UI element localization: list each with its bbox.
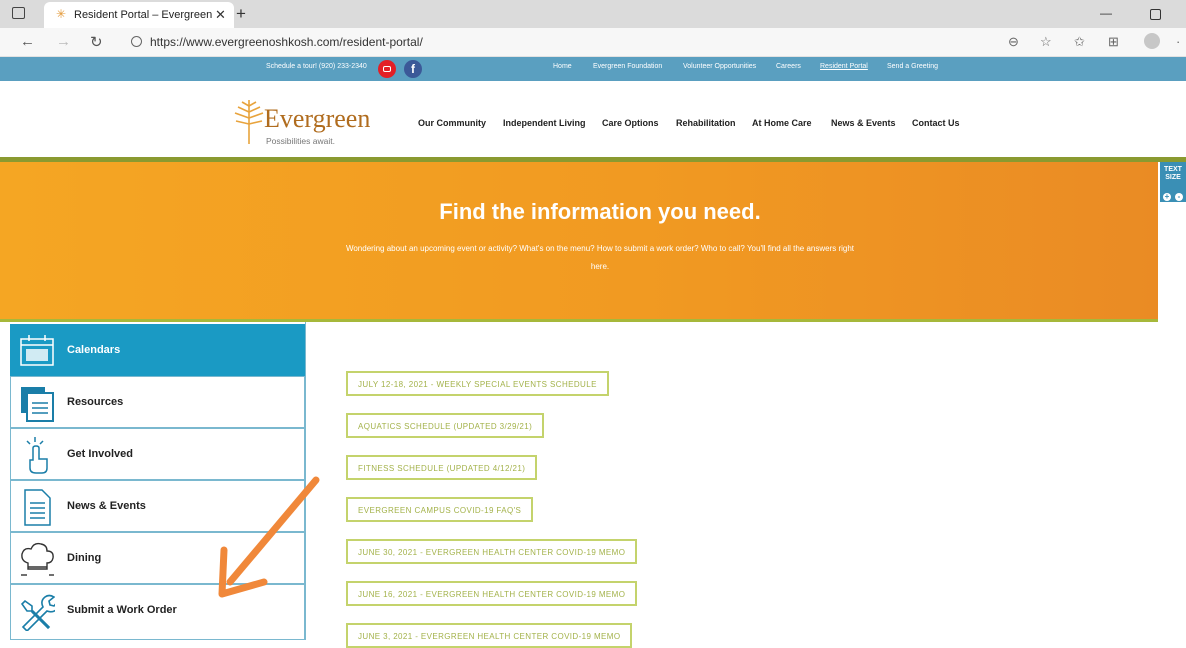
doc-button-memo-june-16[interactable]: JUNE 16, 2021 - EVERGREEN HEALTH CENTER … [346,581,638,606]
close-tab-icon[interactable]: ✕ [215,7,226,23]
sidebar-label-news-events: News & Events [67,500,146,512]
text-size-decrease-icon[interactable]: - [1175,193,1183,201]
sidebar-label-resources: Resources [67,396,124,408]
banner-title: Find the information you need. [439,199,761,224]
nav-independent-living[interactable]: Independent Living [503,118,586,128]
nav-care-options[interactable]: Care Options [602,118,659,128]
facebook-icon[interactable]: f [404,60,422,78]
sidebar-label-get-involved: Get Involved [67,448,134,460]
banner-divider [0,319,1158,322]
nav-news-events[interactable]: News & Events [831,118,896,128]
logo-tagline: Possibilities await. [266,136,335,146]
maximize-icon[interactable] [1150,9,1161,20]
minimize-icon[interactable]: — [1100,6,1112,20]
sidebar-item-calendars[interactable]: Calendars [10,324,305,376]
more-menu-icon[interactable]: · [1176,34,1180,49]
util-link-careers[interactable]: Careers [776,63,801,70]
document-icon [24,489,51,526]
doc-button-memo-june-3[interactable]: JUNE 3, 2021 - EVERGREEN HEALTH CENTER C… [346,623,633,648]
calendar-icon [20,335,54,366]
nav-rehabilitation[interactable]: Rehabilitation [676,118,736,128]
doc-button-fitness[interactable]: FITNESS SCHEDULE (UPDATED 4/12/21) [346,455,538,480]
site-info-icon[interactable] [131,36,142,47]
sidebar-label-calendars: Calendars [67,344,121,356]
zoom-icon[interactable]: ⊖ [1008,34,1019,50]
doc-button-weekly-events[interactable]: JULY 12-18, 2021 - WEEKLY SPECIAL EVENTS… [346,371,609,396]
tab-title: Resident Portal – Evergreen [74,9,213,21]
util-link-resident-portal[interactable]: Resident Portal [820,63,868,70]
text-size-widget: TEXT SIZE + - [1160,162,1186,202]
util-link-greeting[interactable]: Send a Greeting [887,63,938,70]
favorites-icon[interactable]: ✩ [1074,34,1085,50]
util-link-foundation[interactable]: Evergreen Foundation [593,63,662,70]
banner-subtitle: Wondering about an upcoming event or act… [345,244,855,271]
sidebar-label-submit-work-order: Submit a Work Order [67,604,177,616]
forward-icon[interactable]: → [56,33,71,50]
favicon-icon: ✳ [56,7,67,21]
youtube-icon[interactable] [378,60,396,78]
schedule-tour-link[interactable]: Schedule a tour! (920) 233-2340 [266,63,367,70]
annotation-arrow-icon [218,476,320,598]
util-link-home[interactable]: Home [553,63,572,70]
text-size-label: TEXT SIZE [1164,166,1182,181]
collections-icon[interactable]: ⊞ [1108,34,1119,50]
resources-icon [21,387,54,422]
sidebar-item-resources[interactable]: Resources [10,376,305,428]
doc-button-aquatics[interactable]: AQUATICS SCHEDULE (UPDATED 3/29/21) [346,413,545,438]
back-icon[interactable]: ← [20,33,35,50]
tab-actions-icon[interactable] [12,7,25,19]
doc-button-covid-faq[interactable]: EVERGREEN CAMPUS COVID-19 FAQ'S [346,497,534,522]
browser-tab[interactable]: ✳ Resident Portal – Evergreen ✕ [44,2,234,28]
nav-our-community[interactable]: Our Community [418,118,486,128]
doc-button-memo-june-30[interactable]: JUNE 30, 2021 - EVERGREEN HEALTH CENTER … [346,539,638,564]
new-tab-icon[interactable]: + [236,4,246,24]
logo-text[interactable]: Evergreen [264,104,370,134]
url-field[interactable]: https://www.evergreenoshkosh.com/residen… [150,35,423,49]
tools-icon [20,594,55,631]
nav-contact-us[interactable]: Contact Us [912,118,960,128]
chef-hat-icon [21,542,54,576]
refresh-icon[interactable]: ↻ [90,33,103,51]
evergreen-logo-icon[interactable] [232,96,266,146]
sidebar-label-dining: Dining [67,552,102,564]
nav-at-home-care[interactable]: At Home Care [752,118,812,128]
profile-avatar[interactable] [1144,33,1160,49]
text-size-increase-icon[interactable]: + [1163,193,1171,201]
util-link-volunteer[interactable]: Volunteer Opportunities [683,63,756,70]
hand-pointer-icon [26,437,48,474]
favorite-add-icon[interactable]: ☆ [1040,34,1052,50]
